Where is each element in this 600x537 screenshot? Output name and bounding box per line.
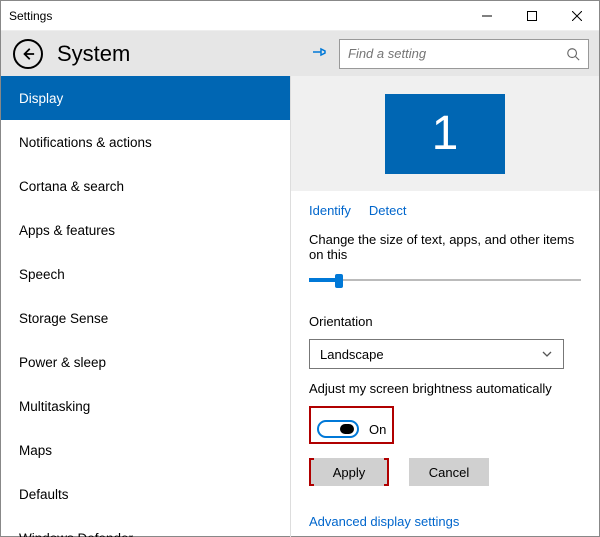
search-box[interactable] (339, 39, 589, 69)
orientation-section: Orientation Landscape (291, 314, 599, 381)
pin-icon[interactable] (311, 44, 327, 63)
sidebar-item-label: Display (19, 91, 63, 106)
sidebar-item-label: Windows Defender (19, 531, 133, 537)
sidebar: Display Notifications & actions Cortana … (1, 76, 291, 537)
cancel-label: Cancel (429, 465, 469, 480)
chevron-down-icon (541, 348, 553, 360)
sidebar-item-label: Apps & features (19, 223, 115, 238)
sidebar-item-defender[interactable]: Windows Defender (1, 516, 290, 537)
sidebar-item-maps[interactable]: Maps (1, 428, 290, 472)
sidebar-item-power[interactable]: Power & sleep (1, 340, 290, 384)
sidebar-item-label: Maps (19, 443, 52, 458)
sidebar-item-label: Storage Sense (19, 311, 108, 326)
window-controls (464, 1, 599, 30)
orientation-label: Orientation (309, 314, 581, 329)
sidebar-item-label: Notifications & actions (19, 135, 152, 150)
slider-fill (309, 278, 337, 282)
maximize-button[interactable] (509, 1, 554, 31)
identify-link[interactable]: Identify (309, 203, 351, 218)
page-header: System (1, 31, 599, 76)
search-icon (566, 47, 580, 61)
header-left: System (13, 39, 130, 69)
sidebar-item-label: Defaults (19, 487, 69, 502)
content-pane: 1 Identify Detect Change the size of tex… (291, 76, 599, 537)
slider-thumb[interactable] (335, 274, 343, 288)
advanced-display-settings-link[interactable]: Advanced display settings (291, 514, 599, 529)
brightness-label: Adjust my screen brightness automaticall… (309, 381, 581, 396)
detect-link[interactable]: Detect (369, 203, 407, 218)
dropdown-value: Landscape (320, 347, 384, 362)
apply-label: Apply (333, 465, 366, 480)
brightness-toggle-row: On (317, 420, 386, 438)
sidebar-item-label: Power & sleep (19, 355, 106, 370)
sidebar-item-label: Cortana & search (19, 179, 124, 194)
sidebar-item-storage[interactable]: Storage Sense (1, 296, 290, 340)
scale-section: Change the size of text, apps, and other… (291, 232, 599, 314)
sidebar-item-label: Multitasking (19, 399, 90, 414)
sidebar-item-multitasking[interactable]: Multitasking (1, 384, 290, 428)
cancel-button[interactable]: Cancel (409, 458, 489, 486)
sidebar-item-speech[interactable]: Speech (1, 252, 290, 296)
back-arrow-icon (21, 47, 35, 61)
brightness-toggle[interactable] (317, 420, 359, 438)
sidebar-item-cortana[interactable]: Cortana & search (1, 164, 290, 208)
sidebar-item-apps[interactable]: Apps & features (1, 208, 290, 252)
header-right (311, 39, 589, 69)
highlight-brightness-toggle: On (309, 406, 394, 444)
monitor-links: Identify Detect (291, 197, 599, 232)
sidebar-item-defaults[interactable]: Defaults (1, 472, 290, 516)
body: Display Notifications & actions Cortana … (1, 76, 599, 537)
apply-button[interactable]: Apply (314, 458, 384, 486)
sidebar-item-display[interactable]: Display (1, 76, 290, 120)
minimize-button[interactable] (464, 1, 509, 31)
slider-track (309, 279, 581, 281)
brightness-section: Adjust my screen brightness automaticall… (291, 381, 599, 498)
monitor-diagram-area: 1 (291, 76, 599, 191)
search-input[interactable] (348, 46, 558, 61)
back-button[interactable] (13, 39, 43, 69)
monitor-number: 1 (432, 106, 459, 161)
page-title: System (57, 41, 130, 67)
scale-label: Change the size of text, apps, and other… (309, 232, 581, 262)
brightness-toggle-state: On (369, 422, 386, 437)
highlight-apply: Apply (309, 458, 389, 486)
window-title: Settings (9, 9, 52, 23)
title-bar: Settings (1, 1, 599, 31)
scale-slider[interactable] (309, 272, 581, 288)
orientation-dropdown[interactable]: Landscape (309, 339, 564, 369)
sidebar-item-label: Speech (19, 267, 65, 282)
sidebar-item-notifications[interactable]: Notifications & actions (1, 120, 290, 164)
button-row: Apply Cancel (309, 458, 581, 486)
close-button[interactable] (554, 1, 599, 31)
monitor-1[interactable]: 1 (385, 94, 505, 174)
